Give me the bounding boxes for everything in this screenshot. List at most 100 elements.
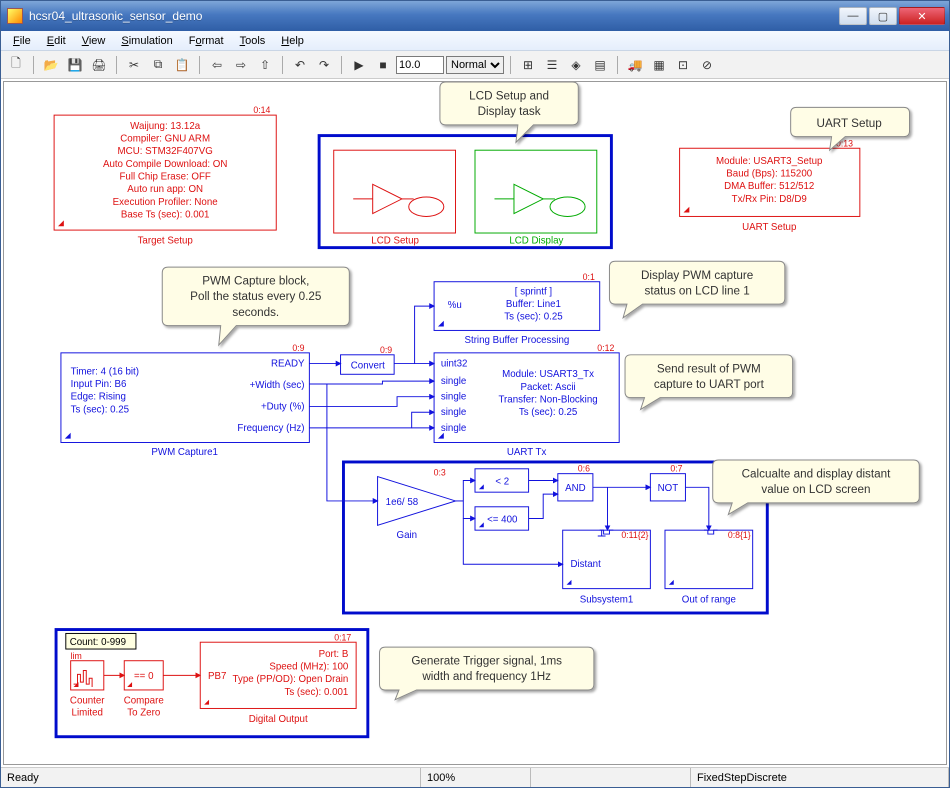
svg-text:Auto Compile Download: ON: Auto Compile Download: ON (103, 159, 227, 170)
callout-pwm-status: Display PWM capture status on LCD line 1 (609, 261, 784, 318)
menu-simulation[interactable]: Simulation (113, 33, 180, 49)
block-compare-lte400[interactable]: <= 400 (475, 507, 529, 530)
menu-file[interactable]: File (5, 33, 39, 49)
svg-text:capture to UART port: capture to UART port (654, 378, 765, 391)
block-target-setup[interactable]: 0:14 Waijung: 13.12a Compiler: GNU ARM M… (54, 105, 276, 247)
svg-text:0:12: 0:12 (597, 343, 614, 353)
menu-edit[interactable]: Edit (39, 33, 74, 49)
svg-text:0:3: 0:3 (434, 468, 446, 478)
block-sprintf[interactable]: 0:1 %u [ sprintf ] Buffer: Line1 Ts (sec… (434, 272, 600, 346)
tb-icon-4[interactable]: ▤ (589, 54, 611, 76)
block-not[interactable]: 0:7 NOT (650, 464, 685, 501)
svg-text:Frequency (Hz): Frequency (Hz) (237, 423, 304, 434)
block-uart-setup[interactable]: 0:13 Module: USART3_Setup Baud (Bps): 11… (680, 138, 860, 233)
svg-text:0:11{2}: 0:11{2} (621, 530, 648, 540)
paste-icon[interactable]: 📋 (171, 54, 193, 76)
block-gain[interactable]: 0:3 1e6/ 58 Gain (378, 468, 456, 541)
svg-text:Display task: Display task (478, 105, 541, 118)
svg-text:uint32: uint32 (441, 358, 468, 369)
svg-text:Convert: Convert (351, 360, 385, 371)
redo-icon[interactable]: ↷ (313, 54, 335, 76)
block-uart-tx[interactable]: 0:12 uint32 single single single single … (434, 343, 619, 458)
callout-uart-send: Send result of PWM capture to UART port (625, 355, 793, 410)
svg-text:Packet: Ascii: Packet: Ascii (520, 382, 575, 393)
tb-icon-3[interactable]: ◈ (565, 54, 587, 76)
svg-text:String Buffer Processing: String Buffer Processing (464, 335, 569, 346)
svg-text:single: single (441, 392, 466, 403)
svg-text:Compiler: GNU ARM: Compiler: GNU ARM (120, 133, 210, 144)
tb-icon-5[interactable]: 🚚 (624, 54, 646, 76)
block-lcd-setup[interactable]: LCD Setup (334, 150, 456, 247)
svg-text:PB7: PB7 (208, 671, 226, 682)
tb-icon-2[interactable]: ☰ (541, 54, 563, 76)
open-icon[interactable]: 📂 (40, 54, 62, 76)
status-zoom: 100% (421, 768, 531, 787)
svg-text:< 2: < 2 (495, 476, 509, 487)
svg-text:Type (PP/OD): Open Drain: Type (PP/OD): Open Drain (233, 674, 349, 685)
up-icon[interactable]: ⇧ (254, 54, 276, 76)
minimize-button[interactable]: — (839, 7, 867, 25)
svg-text:NOT: NOT (658, 483, 679, 494)
save-icon[interactable]: 💾 (64, 54, 86, 76)
svg-text:width and frequency 1Hz: width and frequency 1Hz (421, 670, 551, 683)
svg-text:Input Pin: B6: Input Pin: B6 (71, 379, 127, 390)
menu-view[interactable]: View (74, 33, 114, 49)
print-icon[interactable]: 🖨 (88, 54, 110, 76)
block-subsystem1[interactable]: 0:11{2} Distant Subsystem1 (563, 530, 651, 605)
block-and[interactable]: 0:6 AND (558, 464, 593, 501)
play-icon[interactable]: ▶ (348, 54, 370, 76)
svg-text:Edge: Rising: Edge: Rising (71, 392, 126, 403)
block-digital-output[interactable]: 0:17 PB7 Port: B Speed (MHz): 100 Type (… (200, 632, 356, 725)
svg-text:0:6: 0:6 (578, 464, 590, 474)
stop-icon[interactable]: ■ (372, 54, 394, 76)
svg-text:Ts (sec): 0.25: Ts (sec): 0.25 (519, 407, 577, 418)
svg-text:[ sprintf ]: [ sprintf ] (515, 286, 553, 297)
svg-text:Module: USART3_Tx: Module: USART3_Tx (502, 369, 594, 380)
titlebar[interactable]: hcsr04_ultrasonic_sensor_demo — ▢ ✕ (1, 1, 949, 31)
tb-icon-8[interactable]: ⊘ (696, 54, 718, 76)
block-counter-limited[interactable]: lim Counter Limited (70, 651, 105, 719)
menu-format[interactable]: Format (181, 33, 232, 49)
back-icon[interactable]: ⇦ (206, 54, 228, 76)
menu-tools[interactable]: Tools (232, 33, 274, 49)
svg-text:Ts (sec): 0.001: Ts (sec): 0.001 (284, 687, 348, 698)
svg-text:LCD Setup: LCD Setup (371, 236, 419, 247)
svg-text:Tx/Rx Pin: D8/D9: Tx/Rx Pin: D8/D9 (732, 194, 807, 205)
undo-icon[interactable]: ↶ (289, 54, 311, 76)
fwd-icon[interactable]: ⇨ (230, 54, 252, 76)
svg-text:single: single (441, 423, 466, 434)
maximize-button[interactable]: ▢ (869, 7, 897, 25)
svg-text:Waijung: 13.12a: Waijung: 13.12a (130, 121, 201, 132)
callout-calc: Calcualte and display distant value on L… (713, 460, 920, 515)
svg-text:Gain: Gain (397, 530, 418, 541)
block-pwm-capture[interactable]: 0:9 Timer: 4 (16 bit) Input Pin: B6 Edge… (61, 343, 309, 458)
callout-lcd: LCD Setup and Display task (440, 82, 578, 142)
status-ready: Ready (1, 768, 421, 787)
svg-text:MCU: STM32F407VG: MCU: STM32F407VG (118, 146, 213, 157)
tb-icon-6[interactable]: ▦ (648, 54, 670, 76)
svg-text:0:9: 0:9 (380, 345, 392, 355)
tb-icon-7[interactable]: ⊡ (672, 54, 694, 76)
svg-text:0:14: 0:14 (253, 105, 270, 115)
status-spacer (531, 768, 691, 787)
block-out-of-range[interactable]: 0:8{1} Out of range (665, 530, 753, 605)
svg-text:Target Setup: Target Setup (138, 236, 193, 247)
canvas[interactable]: 0:14 Waijung: 13.12a Compiler: GNU ARM M… (3, 81, 947, 765)
svg-text:Digital Output: Digital Output (249, 714, 308, 725)
block-compare-to-zero[interactable]: == 0 Compare To Zero (124, 661, 164, 719)
block-compare-lt2[interactable]: < 2 (475, 469, 529, 492)
svg-text:Display PWM capture: Display PWM capture (641, 269, 753, 282)
copy-icon[interactable]: ⧉ (147, 54, 169, 76)
new-icon[interactable]: 🗋 (5, 54, 27, 76)
block-lcd-display[interactable]: LCD Display (475, 150, 597, 247)
svg-text:+Width (sec): +Width (sec) (250, 380, 305, 391)
sim-mode-select[interactable]: Normal (446, 56, 504, 74)
tb-icon-1[interactable]: ⊞ (517, 54, 539, 76)
cut-icon[interactable]: ✂ (123, 54, 145, 76)
close-button[interactable]: ✕ (899, 7, 945, 25)
svg-text:Count: 0-999: Count: 0-999 (70, 637, 126, 648)
menu-help[interactable]: Help (273, 33, 312, 49)
svg-text:Buffer: Line1: Buffer: Line1 (506, 299, 561, 310)
block-convert[interactable]: 0:9 Convert (341, 345, 395, 374)
sim-time-input[interactable] (396, 56, 444, 74)
